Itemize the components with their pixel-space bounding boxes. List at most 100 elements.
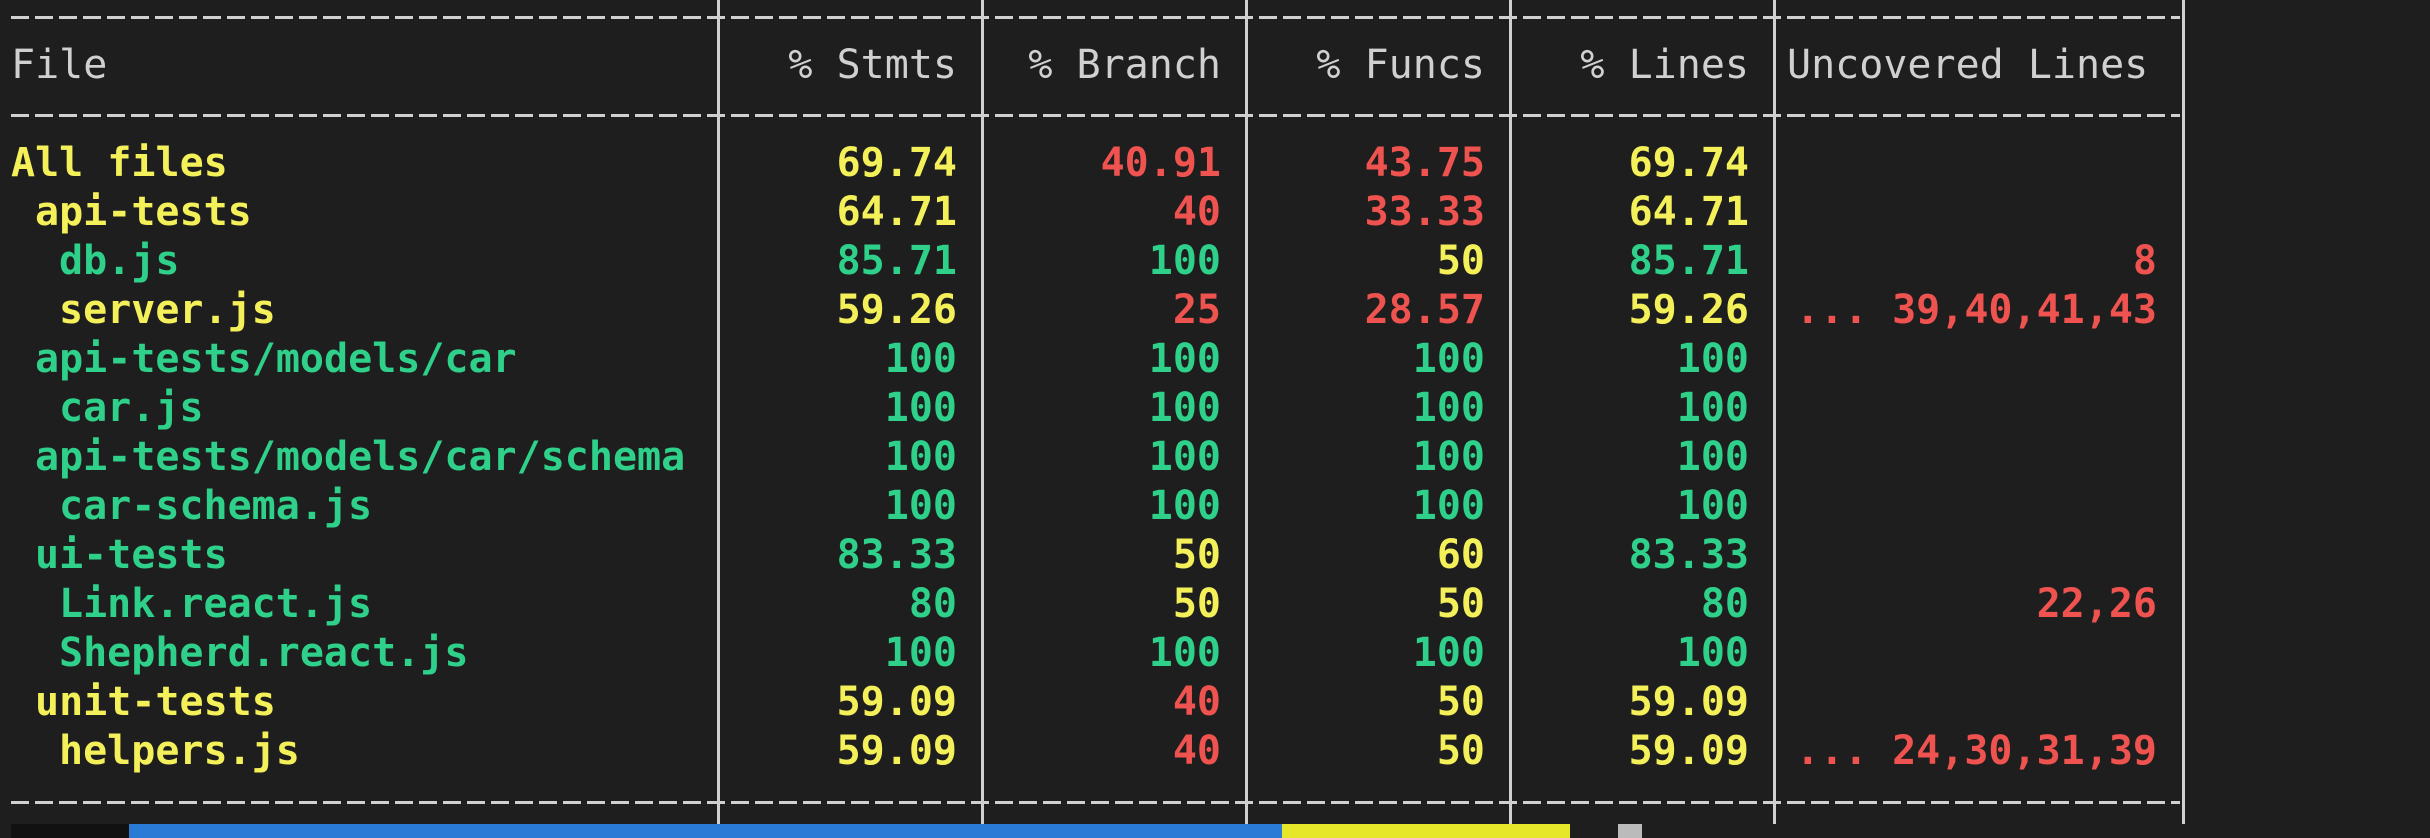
header-file: File	[11, 42, 108, 88]
uncovered-lines	[1787, 139, 2157, 188]
funcs-value: 50	[1436, 238, 1485, 284]
uncovered-lines	[1787, 531, 2157, 580]
funcs-value: 100	[1412, 630, 1485, 676]
lines-value: 59.09	[1628, 728, 1749, 774]
stmts-value: 100	[884, 336, 957, 382]
branch-value: 100	[1148, 483, 1221, 529]
stmts-value: 100	[884, 630, 957, 676]
uncovered-lines	[1787, 335, 2157, 384]
table-row: All files 69.74 40.91 43.75 69.74	[11, 139, 2411, 188]
uncovered-lines	[1787, 678, 2157, 727]
stmts-value: 80	[908, 581, 957, 627]
file-name: car.js	[59, 385, 204, 431]
uncovered-lines	[1787, 629, 2157, 678]
branch-value: 40	[1172, 189, 1221, 235]
top-rule	[11, 16, 2180, 19]
file-name: helpers.js	[59, 728, 300, 774]
lines-value: 80	[1700, 581, 1749, 627]
file-name: db.js	[59, 238, 180, 284]
uncovered-lines: 22,26	[2036, 581, 2157, 627]
lines-value: 64.71	[1628, 189, 1749, 235]
branch-value: 100	[1148, 630, 1221, 676]
table-row: api-tests/models/car 100 100 100 100	[11, 335, 2411, 384]
prompt-segment-dark	[11, 824, 129, 838]
branch-value: 40.91	[1100, 140, 1221, 186]
header-funcs: % Funcs	[1316, 42, 1485, 88]
branch-value: 100	[1148, 385, 1221, 431]
stmts-value: 100	[884, 434, 957, 480]
table-row: api-tests 64.71 40 33.33 64.71	[11, 188, 2411, 237]
lines-value: 83.33	[1628, 532, 1749, 578]
file-name: Shepherd.react.js	[59, 630, 469, 676]
header-stmts: % Stmts	[788, 42, 957, 88]
table-row: Shepherd.react.js 100 100 100 100	[11, 629, 2411, 678]
header-branch: % Branch	[1028, 42, 1221, 88]
file-name: api-tests/models/car	[35, 336, 517, 382]
lines-value: 85.71	[1628, 238, 1749, 284]
header-lines: % Lines	[1580, 42, 1749, 88]
lines-value: 100	[1676, 483, 1749, 529]
stmts-value: 64.71	[836, 189, 957, 235]
file-name: car-schema.js	[59, 483, 373, 529]
branch-value: 100	[1148, 434, 1221, 480]
lines-value: 59.26	[1628, 287, 1749, 333]
uncovered-lines	[1787, 188, 2157, 237]
stmts-value: 59.09	[836, 679, 957, 725]
funcs-value: 100	[1412, 434, 1485, 480]
lines-value: 100	[1676, 336, 1749, 382]
stmts-value: 100	[884, 483, 957, 529]
table-row: db.js 85.71 100 50 85.71 8	[11, 237, 2411, 286]
table-row: Link.react.js 80 50 50 80 22,26	[11, 580, 2411, 629]
branch-value: 50	[1172, 532, 1221, 578]
branch-value: 50	[1172, 581, 1221, 627]
header-rule	[11, 114, 2180, 117]
uncovered-lines	[1787, 384, 2157, 433]
coverage-header-row: File % Stmts % Branch % Funcs % Lines Un…	[11, 41, 2411, 90]
branch-value: 100	[1148, 336, 1221, 382]
uncovered-lines: ... 24,30,31,39	[1795, 728, 2157, 774]
funcs-value: 50	[1436, 679, 1485, 725]
funcs-value: 100	[1412, 385, 1485, 431]
lines-value: 100	[1676, 630, 1749, 676]
funcs-value: 60	[1436, 532, 1485, 578]
stmts-value: 69.74	[836, 140, 957, 186]
shell-prompt-bar	[0, 824, 2430, 838]
file-name: api-tests/models/car/schema	[35, 434, 686, 480]
table-row: server.js 59.26 25 28.57 59.26 ... 39,40,41,4…	[11, 286, 2411, 335]
prompt-segment-branch	[1282, 824, 1570, 838]
file-name: All files	[11, 140, 228, 186]
funcs-value: 50	[1436, 581, 1485, 627]
cursor-block	[1618, 824, 1642, 838]
prompt-segment-path	[129, 824, 1282, 838]
lines-value: 69.74	[1628, 140, 1749, 186]
stmts-value: 83.33	[836, 532, 957, 578]
branch-value: 100	[1148, 238, 1221, 284]
uncovered-lines	[1787, 482, 2157, 531]
uncovered-lines: 8	[2132, 238, 2157, 284]
funcs-value: 43.75	[1364, 140, 1485, 186]
file-name: unit-tests	[35, 679, 276, 725]
table-row: ui-tests 83.33 50 60 83.33	[11, 531, 2411, 580]
lines-value: 100	[1676, 385, 1749, 431]
branch-value: 40	[1172, 679, 1221, 725]
terminal-window: File % Stmts % Branch % Funcs % Lines Un…	[0, 0, 2430, 838]
lines-value: 59.09	[1628, 679, 1749, 725]
stmts-value: 100	[884, 385, 957, 431]
funcs-value: 28.57	[1364, 287, 1485, 333]
funcs-value: 100	[1412, 483, 1485, 529]
stmts-value: 59.09	[836, 728, 957, 774]
branch-value: 40	[1172, 728, 1221, 774]
file-name: server.js	[59, 287, 276, 333]
file-name: api-tests	[35, 189, 252, 235]
table-row: car.js 100 100 100 100	[11, 384, 2411, 433]
table-row: unit-tests 59.09 40 50 59.09	[11, 678, 2411, 727]
lines-value: 100	[1676, 434, 1749, 480]
table-row: api-tests/models/car/schema 100 100 100 100	[11, 433, 2411, 482]
file-name: ui-tests	[35, 532, 228, 578]
table-row: helpers.js 59.09 40 50 59.09 ... 24,30,31,39	[11, 727, 2411, 776]
bottom-rule	[11, 801, 2180, 804]
header-uncovered: Uncovered Lines	[1787, 42, 2149, 88]
uncovered-lines: ... 39,40,41,43	[1795, 287, 2157, 333]
file-name: Link.react.js	[59, 581, 373, 627]
branch-value: 25	[1172, 287, 1221, 333]
